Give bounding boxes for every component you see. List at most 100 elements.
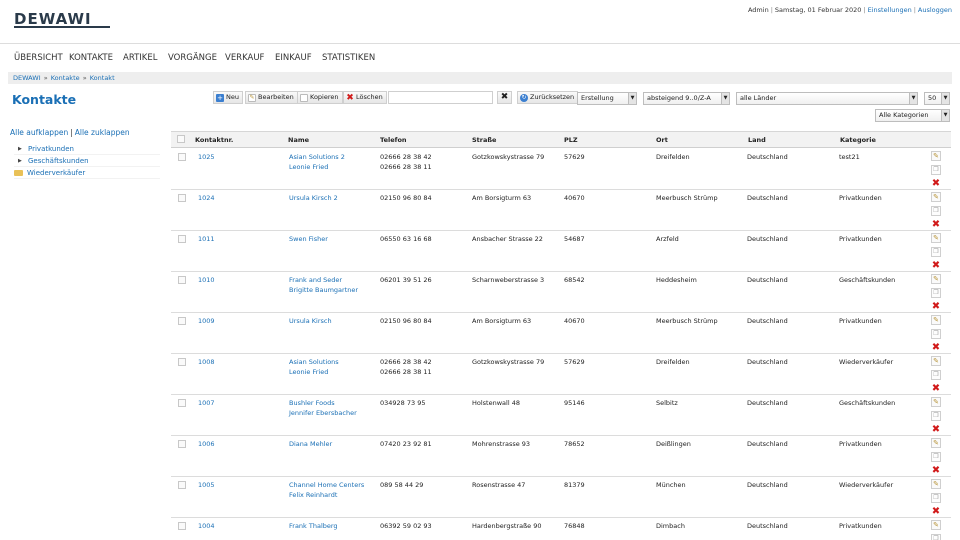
edit-icon[interactable]: ✎ [931,192,941,202]
cell-name-value[interactable]: Felix Reinhardt [289,491,364,501]
cell-nr-value[interactable]: 1025 [198,153,215,163]
reset-button[interactable]: ↻ Zurücksetzen [517,91,579,104]
delete-icon[interactable]: ✖ [931,301,941,312]
cell-name-value[interactable]: Asian Solutions [289,358,339,368]
breadcrumb-item[interactable]: Kontakt [90,74,115,82]
cell-nr-value[interactable]: 1024 [198,194,215,204]
col-kontaktnr[interactable]: Kontaktnr. [195,136,233,144]
sort-field-select[interactable]: Erstellung ▼ [577,92,637,105]
cell-nr-value[interactable]: 1006 [198,440,215,450]
table-row[interactable]: 1004 Frank Thalberg 06392 59 02 93 Hardenbe… [171,518,951,540]
expand-icon[interactable]: ▶ [18,155,24,167]
category-select[interactable]: Alle Kategorien ▼ [875,109,950,122]
nav-uebersicht[interactable]: ÜBERSICHT [14,53,63,63]
row-checkbox[interactable] [178,317,186,325]
cell-name-value[interactable]: Jennifer Ebersbacher [289,409,357,419]
col-plz[interactable]: PLZ [564,136,578,144]
table-row[interactable]: 1024 Ursula Kirsch 2 02150 96 80 84 Am Bors… [171,190,951,231]
col-name[interactable]: Name [288,136,309,144]
cell-nr-value[interactable]: 1005 [198,481,215,491]
cell-name-value[interactable]: Channel Home Centers [289,481,364,491]
row-checkbox[interactable] [178,440,186,448]
row-checkbox[interactable] [178,481,186,489]
cell-name-value[interactable]: Leonie Fried [289,163,345,173]
cell-nr-value[interactable]: 1008 [198,358,215,368]
cell-nr-value[interactable]: 1010 [198,276,215,286]
breadcrumb-item[interactable]: DEWAWI [13,74,41,82]
edit-icon[interactable]: ✎ [931,151,941,161]
edit-icon[interactable]: ✎ [931,315,941,325]
cell-nr-value[interactable]: 1007 [198,399,215,409]
cell-name-value[interactable]: Swen Fisher [289,235,328,245]
delete-icon[interactable]: ✖ [931,465,941,476]
cell-nr-value[interactable]: 1004 [198,522,215,532]
edit-button[interactable]: ✎ Bearbeiten [245,91,298,104]
delete-icon[interactable]: ✖ [931,383,941,394]
nav-artikel[interactable]: ARTIKEL [123,53,157,63]
cell-name-value[interactable]: Bushler Foods [289,399,357,409]
col-strasse[interactable]: Straße [472,136,496,144]
col-ort[interactable]: Ort [656,136,668,144]
edit-icon[interactable]: ✎ [931,274,941,284]
row-checkbox[interactable] [178,358,186,366]
tree-item-label[interactable]: Privatkunden [28,143,74,155]
copy-icon[interactable]: ❐ [931,410,941,421]
tree-item-geschaeftskunden[interactable]: ▶ Geschäftskunden [14,155,160,167]
col-land[interactable]: Land [748,136,766,144]
delete-icon[interactable]: ✖ [931,260,941,271]
row-checkbox[interactable] [178,194,186,202]
copy-icon[interactable]: ❐ [931,246,941,257]
expand-icon[interactable]: ▶ [18,143,24,155]
table-row[interactable]: 1007 Bushler Foods Jennifer Ebersbacher 034… [171,395,951,436]
copy-icon[interactable]: ❐ [931,328,941,339]
delete-icon[interactable]: ✖ [931,219,941,230]
cell-name-value[interactable]: Diana Mehler [289,440,332,450]
row-checkbox[interactable] [178,276,186,284]
table-row[interactable]: 1025 Asian Solutions 2 Leonie Fried 02666 2… [171,149,951,190]
per-page-select[interactable]: 50 ▼ [924,92,950,105]
edit-icon[interactable]: ✎ [931,438,941,448]
col-kategorie[interactable]: Kategorie [840,136,876,144]
cell-name-value[interactable]: Frank and Seder [289,276,358,286]
row-checkbox[interactable] [178,522,186,530]
copy-button[interactable]: Kopieren [297,91,343,104]
cell-name-value[interactable]: Leonie Fried [289,368,339,378]
country-select[interactable]: alle Länder ▼ [736,92,918,105]
cell-nr-value[interactable]: 1011 [198,235,215,245]
row-checkbox[interactable] [178,153,186,161]
logout-link[interactable]: Ausloggen [918,6,952,14]
delete-icon[interactable]: ✖ [931,506,941,517]
delete-icon[interactable]: ✖ [931,424,941,435]
delete-icon[interactable]: ✖ [931,178,941,189]
table-row[interactable]: 1010 Frank and Seder Brigitte Baumgartner 0… [171,272,951,313]
cell-name-value[interactable]: Ursula Kirsch [289,317,332,327]
nav-einkauf[interactable]: EINKAUF [275,53,312,63]
tree-item-wiederverkaeufer[interactable]: Wiederverkäufer [14,167,160,179]
nav-kontakte[interactable]: KONTAKTE [69,53,113,63]
new-button[interactable]: + Neu [213,91,243,104]
search-input[interactable] [388,91,493,104]
table-row[interactable]: 1011 Swen Fisher 06550 63 16 68 Ansbacher S… [171,231,951,272]
copy-icon[interactable]: ❐ [931,451,941,462]
delete-button[interactable]: ✖ Löschen [343,91,387,104]
tree-item-privatkunden[interactable]: ▶ Privatkunden [14,143,160,155]
nav-statistiken[interactable]: STATISTIKEN [322,53,375,63]
cell-name-value[interactable]: Frank Thalberg [289,522,338,532]
sort-order-select[interactable]: absteigend 9..0/Z-A ▼ [643,92,730,105]
clear-search-button[interactable]: ✖ [497,91,512,104]
table-row[interactable]: 1008 Asian Solutions Leonie Fried 02666 28 … [171,354,951,395]
edit-icon[interactable]: ✎ [931,233,941,243]
delete-icon[interactable]: ✖ [931,342,941,353]
edit-icon[interactable]: ✎ [931,520,941,530]
cell-name-value[interactable]: Asian Solutions 2 [289,153,345,163]
row-checkbox[interactable] [178,235,186,243]
select-all-checkbox[interactable] [177,135,185,143]
cell-name-value[interactable]: Brigitte Baumgartner [289,286,358,296]
table-row[interactable]: 1005 Channel Home Centers Felix Reinhardt 0… [171,477,951,518]
table-row[interactable]: 1006 Diana Mehler 07420 23 92 81 Mohrenstra… [171,436,951,477]
copy-icon[interactable]: ❐ [931,287,941,298]
expand-all-link[interactable]: Alle aufklappen [10,128,68,137]
copy-icon[interactable]: ❐ [931,533,941,540]
edit-icon[interactable]: ✎ [931,397,941,407]
row-checkbox[interactable] [178,399,186,407]
